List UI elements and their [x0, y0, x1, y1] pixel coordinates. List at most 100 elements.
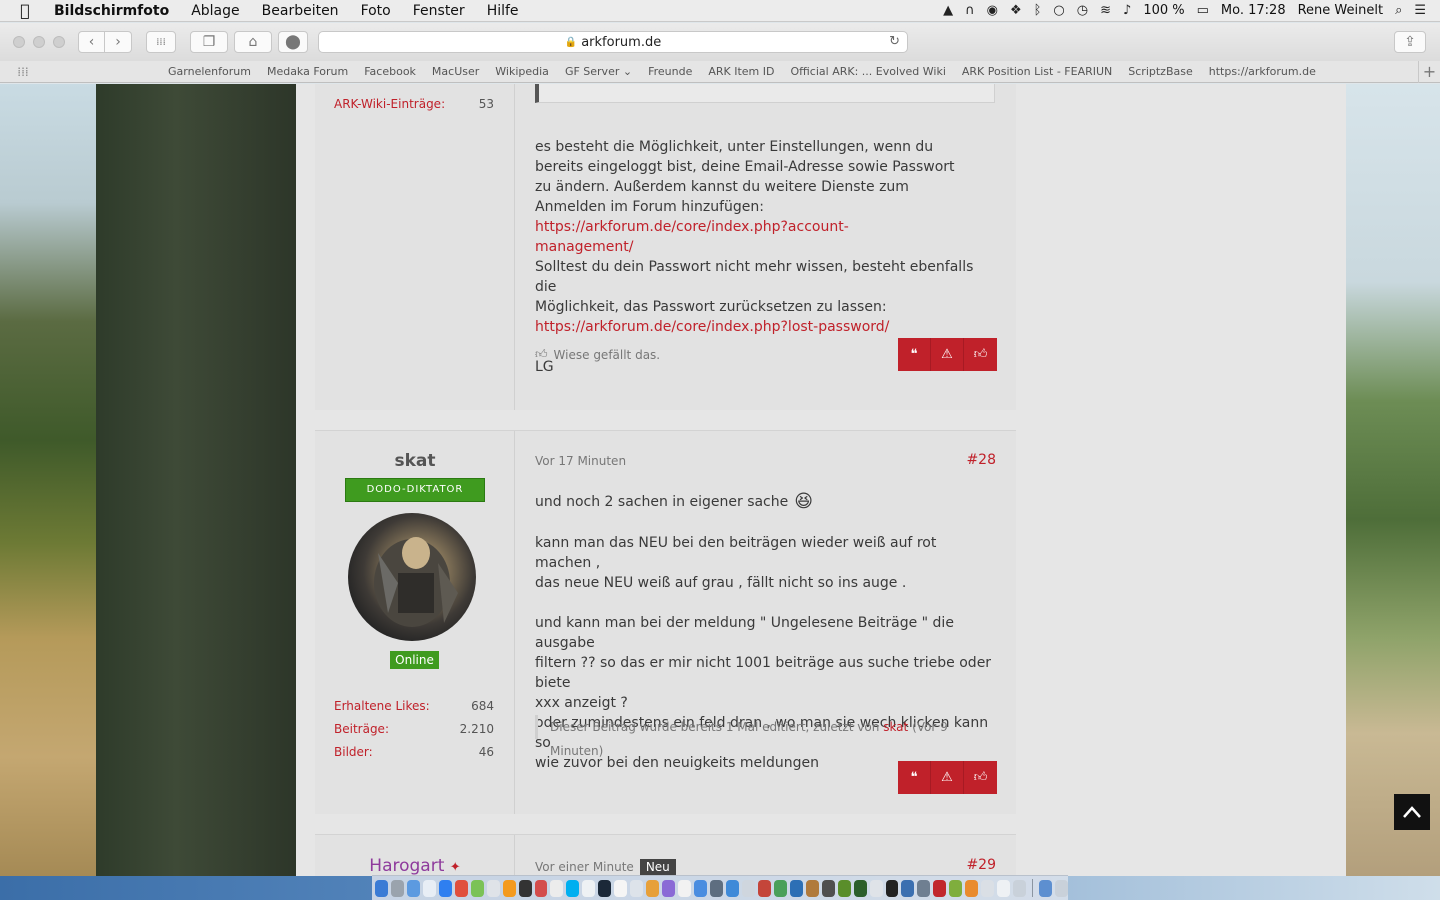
minimize-window-button[interactable] — [33, 36, 45, 48]
user-name[interactable]: Rene Weinelt — [1298, 3, 1383, 18]
stat-label[interactable]: Erhaltene Likes: — [334, 699, 430, 713]
address-bar[interactable]: 🔒 arkforum.de ↻ — [318, 31, 908, 53]
dock-app-store-icon[interactable] — [406, 879, 420, 897]
spotlight-search-icon[interactable]: ⌕ — [1395, 3, 1402, 18]
dock-app-icon[interactable] — [757, 879, 771, 897]
bookmark-medaka-forum[interactable]: Medaka Forum — [259, 65, 356, 78]
extension-button[interactable]: ⬤ — [278, 31, 308, 53]
dock-app-icon[interactable] — [805, 879, 819, 897]
dock-app-icon[interactable] — [1013, 879, 1027, 897]
stat-label[interactable]: Beiträge: — [334, 722, 389, 736]
account-management-link[interactable]: https://arkforum.de/core/index.php?accou… — [535, 219, 849, 255]
chat-icon[interactable]: ○ — [1053, 3, 1064, 18]
dock-app-icon[interactable] — [725, 879, 739, 897]
dock-app-icon[interactable] — [741, 879, 755, 897]
dock-app-icon[interactable] — [853, 879, 867, 897]
like-summary[interactable]: 👍︎ Wiese gefällt das. — [535, 347, 660, 362]
menu-app-name[interactable]: Bildschirmfoto — [50, 3, 180, 19]
dock-app-icon[interactable] — [965, 879, 979, 897]
stat-label[interactable]: ARK-Wiki-Einträge: — [334, 97, 445, 111]
bookmark-ark-item-id[interactable]: ARK Item ID — [700, 65, 782, 78]
dock-photos-icon[interactable] — [646, 879, 660, 897]
bookmark-ark-position-list[interactable]: ARK Position List - FEARIUN — [954, 65, 1120, 78]
dock-app-icon[interactable] — [582, 879, 596, 897]
dock-firefox-icon[interactable] — [502, 879, 516, 897]
bookmark-garnelenforum[interactable]: Garnelenforum — [160, 65, 259, 78]
dock-app-icon[interactable] — [917, 879, 931, 897]
menu-foto[interactable]: Foto — [350, 3, 402, 19]
bookmark-gf-server[interactable]: GF Server ⌄ — [557, 65, 640, 78]
avatar[interactable] — [348, 513, 476, 641]
dock-trash-icon[interactable] — [1054, 879, 1068, 897]
dock-skype-icon[interactable] — [566, 879, 580, 897]
author-username[interactable]: skat — [315, 451, 515, 471]
time-machine-icon[interactable]: ◷ — [1077, 3, 1088, 18]
close-window-button[interactable] — [13, 36, 25, 48]
bookmark-facebook[interactable]: Facebook — [356, 65, 424, 78]
volume-icon[interactable]: ♪ — [1123, 3, 1131, 18]
dock-downloads-icon[interactable] — [1038, 879, 1052, 897]
bookmark-ark-wiki[interactable]: Official ARK: ... Evolved Wiki — [783, 65, 954, 78]
notification-center-icon[interactable]: ☰ — [1414, 3, 1426, 18]
new-tab-plus-icon[interactable]: + — [1418, 61, 1440, 83]
scroll-to-top-button[interactable] — [1394, 794, 1430, 830]
menu-ablage[interactable]: Ablage — [180, 3, 250, 19]
dock-app-icon[interactable] — [710, 879, 723, 897]
dock-app-icon[interactable] — [821, 879, 835, 897]
reload-icon[interactable]: ↻ — [889, 34, 900, 49]
drive-icon[interactable]: ▲ — [943, 3, 953, 18]
menu-fenster[interactable]: Fenster — [402, 3, 476, 19]
home-button[interactable]: ⌂ — [234, 31, 272, 53]
dock-app-icon[interactable] — [518, 879, 532, 897]
lost-password-link[interactable]: https://arkforum.de/core/index.php?lost-… — [535, 319, 889, 335]
dock-app-icon[interactable] — [981, 879, 995, 897]
edit-note-user-link[interactable]: skat — [883, 720, 908, 734]
dock-app-icon[interactable] — [694, 879, 708, 897]
share-button[interactable]: ⇪ — [1394, 31, 1426, 53]
dock-steam-icon[interactable] — [598, 879, 612, 897]
menu-bearbeiten[interactable]: Bearbeiten — [251, 3, 350, 19]
app-status-icon[interactable]: ◉ — [987, 3, 998, 18]
report-button[interactable]: ⚠ — [931, 761, 964, 794]
dock-app-icon[interactable] — [949, 879, 963, 897]
zoom-window-button[interactable] — [53, 36, 65, 48]
show-all-bookmarks-icon[interactable]: ⁞⁞⁞ — [0, 65, 46, 79]
dock-finder-icon[interactable] — [375, 879, 388, 897]
dock-app-icon[interactable] — [789, 879, 803, 897]
bookmark-scriptzbase[interactable]: ScriptzBase — [1120, 65, 1200, 78]
dock-app-icon[interactable] — [470, 879, 484, 897]
dock-app-icon[interactable] — [901, 879, 915, 897]
back-button[interactable]: ‹ — [78, 31, 105, 53]
forward-button[interactable]: › — [105, 31, 132, 53]
dock-itunes-icon[interactable] — [678, 879, 692, 897]
author-username[interactable]: Harogart ✦ — [315, 856, 515, 876]
dock-safari-icon[interactable] — [438, 879, 452, 897]
post-time[interactable]: Vor 17 Minuten — [535, 454, 626, 468]
bookmark-macuser[interactable]: MacUser — [424, 65, 487, 78]
headphones-icon[interactable]: ∩ — [965, 3, 975, 18]
dock-filezilla-icon[interactable] — [933, 879, 947, 897]
paw-icon[interactable]: ❖ — [1010, 3, 1022, 18]
like-button[interactable]: 👍︎ — [964, 338, 997, 371]
dock-terminal-icon[interactable] — [885, 879, 899, 897]
dock-launchpad-icon[interactable] — [390, 879, 404, 897]
menu-hilfe[interactable]: Hilfe — [476, 3, 530, 19]
bluetooth-icon[interactable]: ᛒ — [1034, 3, 1042, 18]
dock-app-icon[interactable] — [534, 879, 548, 897]
post-number-link[interactable]: #29 — [966, 857, 996, 873]
quote-button[interactable]: ❝ — [898, 761, 931, 794]
dock-app-icon[interactable] — [837, 879, 851, 897]
dock-app-icon[interactable] — [630, 879, 644, 897]
post-number-link[interactable]: #28 — [966, 452, 996, 468]
bookmark-freunde[interactable]: Freunde — [640, 65, 700, 78]
battery-percent[interactable]: 100 % — [1143, 3, 1184, 18]
bookmark-arkforum[interactable]: https://arkforum.de — [1201, 65, 1324, 78]
dock-app-icon[interactable] — [422, 879, 436, 897]
post-time[interactable]: Vor einer Minute — [535, 860, 634, 874]
battery-icon[interactable]: ▭ — [1197, 3, 1209, 18]
bookmark-wikipedia[interactable]: Wikipedia — [487, 65, 557, 78]
top-sites-button[interactable]: ⁞⁞⁞ — [146, 31, 176, 53]
dock-notes-icon[interactable] — [614, 879, 628, 897]
dock-vivaldi-icon[interactable] — [454, 879, 468, 897]
like-button[interactable]: 👍︎ — [964, 761, 997, 794]
